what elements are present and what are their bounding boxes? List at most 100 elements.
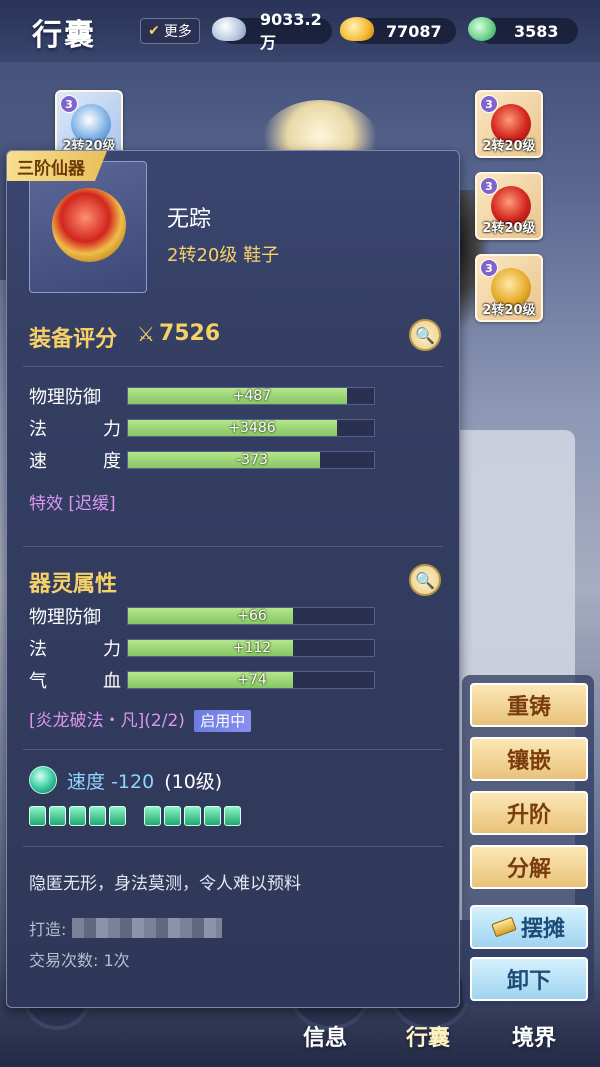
nav-realm[interactable]: 境界	[512, 1020, 556, 1052]
unequip-button[interactable]: 卸下	[470, 957, 588, 1001]
set-status-badge: 启用中	[194, 710, 252, 732]
set-effect-name: [炎龙破法・凡](2/2)	[29, 711, 185, 731]
stat-bar: +487	[127, 387, 375, 405]
spirit-stat-row: 物理防御 +66	[29, 603, 449, 629]
maker-name-obscured	[72, 918, 223, 938]
stat-name: 物理防御	[29, 387, 101, 408]
more-button[interactable]: ✔ 更多	[140, 18, 200, 44]
action-panel: 重铸 镶嵌 升阶 分解 摆摊 卸下	[462, 675, 594, 1005]
slot-level: 2转20级	[482, 221, 536, 236]
stall-button[interactable]: 摆摊	[470, 905, 588, 949]
base-stat-row: 法力 +3486	[29, 415, 449, 441]
currency-gold[interactable]: 77087	[340, 17, 456, 44]
stat-bar: +112	[127, 639, 375, 657]
divider	[23, 846, 443, 847]
stat-value: +66	[237, 608, 267, 624]
divider	[23, 366, 443, 367]
star-badge: 3	[480, 177, 498, 195]
gem-value: -120	[111, 770, 155, 793]
stat-name: 法力	[29, 419, 121, 440]
set-effect: [炎龙破法・凡](2/2) 启用中	[29, 706, 252, 732]
star-badge: 3	[480, 259, 498, 277]
magnifier-icon: 🔍	[415, 325, 435, 345]
maker-row: 打造:	[29, 916, 223, 940]
gold-ingot-icon	[340, 17, 374, 41]
divider	[23, 546, 443, 547]
gem-pip	[164, 806, 181, 826]
gem-pip	[144, 806, 161, 826]
jade-value: 3583	[514, 21, 559, 41]
score-label: 装备评分	[29, 327, 118, 352]
magnifier-icon: 🔍	[415, 570, 435, 590]
spirit-stat-row: 法力 +112	[29, 635, 449, 661]
stat-name: 气血	[29, 671, 121, 692]
upgrade-button[interactable]: 升阶	[470, 791, 588, 835]
trade-count: 交易次数: 1次	[29, 951, 130, 970]
stat-bar: -373	[127, 451, 375, 469]
gem-pips	[29, 806, 241, 826]
more-label: 更多	[163, 24, 192, 40]
special-effect: 特效 [迟缓]	[29, 494, 116, 514]
score-detail-button[interactable]: 🔍	[409, 319, 441, 351]
currency-jade[interactable]: 3583	[468, 17, 578, 44]
currency-silver[interactable]: 9033.2万	[212, 10, 332, 52]
stat-bar: +66	[127, 607, 375, 625]
equip-slot-necklace[interactable]: 3 2转20级	[475, 90, 543, 158]
nav-info[interactable]: 信息	[303, 1020, 347, 1052]
stat-value: +74	[237, 672, 267, 688]
equip-slot-armor[interactable]: 3 2转20级	[475, 172, 543, 240]
spirit-detail-button[interactable]: 🔍	[409, 564, 441, 596]
boots-icon	[52, 188, 126, 262]
maker-label: 打造:	[29, 920, 67, 939]
gem-pip	[49, 806, 66, 826]
stat-bar: +3486	[127, 419, 375, 437]
stat-name: 物理防御	[29, 607, 101, 628]
item-description: 隐匿无形，身法莫测，令人难以预料	[29, 874, 301, 894]
stat-name: 速度	[29, 451, 121, 472]
chevron-down-icon: ✔	[148, 23, 160, 39]
gem-pip	[29, 806, 46, 826]
stat-value: -373	[236, 452, 268, 468]
score-number: 7526	[158, 321, 221, 346]
spirit-stat-row: 气血 +74	[29, 667, 449, 693]
gem-pip	[204, 806, 221, 826]
score-value: ⚔ 7526	[137, 321, 220, 346]
base-stat-row: 速度 -373	[29, 447, 449, 473]
crossed-swords-icon: ⚔	[137, 321, 155, 346]
gold-bar-icon	[491, 916, 517, 938]
gem-label: 速度 -120	[67, 770, 155, 793]
equip-slot-robe[interactable]: 3 2转20级	[55, 90, 123, 158]
inlay-button[interactable]: 镶嵌	[470, 737, 588, 781]
stall-label: 摆摊	[520, 917, 565, 942]
decompose-button[interactable]: 分解	[470, 845, 588, 889]
top-bar: 行囊 ✔ 更多 9033.2万 77087 3583	[0, 0, 600, 62]
spirit-label: 器灵属性	[29, 572, 118, 597]
slot-level: 2转20级	[482, 303, 536, 318]
item-tooltip: 三阶仙器 无踪 2转20级 鞋子 装备评分 ⚔ 7526 🔍 物理防御 +487…	[6, 150, 460, 1008]
nav-bag[interactable]: 行囊	[406, 1020, 450, 1052]
pip-gap	[129, 806, 141, 826]
grade-tag: 三阶仙器	[7, 151, 107, 181]
recast-button[interactable]: 重铸	[470, 683, 588, 727]
gem-pip	[224, 806, 241, 826]
stat-name: 法力	[29, 639, 121, 660]
gem-pip	[89, 806, 106, 826]
equip-slot-boots[interactable]: 3 2转20级	[475, 254, 543, 322]
gem-icon	[29, 766, 57, 794]
star-badge: 3	[60, 95, 78, 113]
gem-row: 速度 -120 (10级)	[29, 766, 222, 794]
stat-bar: +74	[127, 671, 375, 689]
gem-pip	[69, 806, 86, 826]
slot-level: 2转20级	[482, 139, 536, 154]
gem-pip	[184, 806, 201, 826]
gem-level: (10级)	[164, 770, 223, 793]
silver-value: 9033.2万	[260, 9, 322, 52]
gem-pip	[109, 806, 126, 826]
silver-ingot-icon	[212, 17, 246, 41]
stat-value: +112	[232, 640, 272, 656]
stat-value: +487	[232, 388, 272, 404]
jade-icon	[468, 17, 496, 41]
item-level: 2转20级 鞋子	[167, 245, 280, 266]
page-title: 行囊	[32, 18, 96, 53]
star-badge: 3	[480, 95, 498, 113]
